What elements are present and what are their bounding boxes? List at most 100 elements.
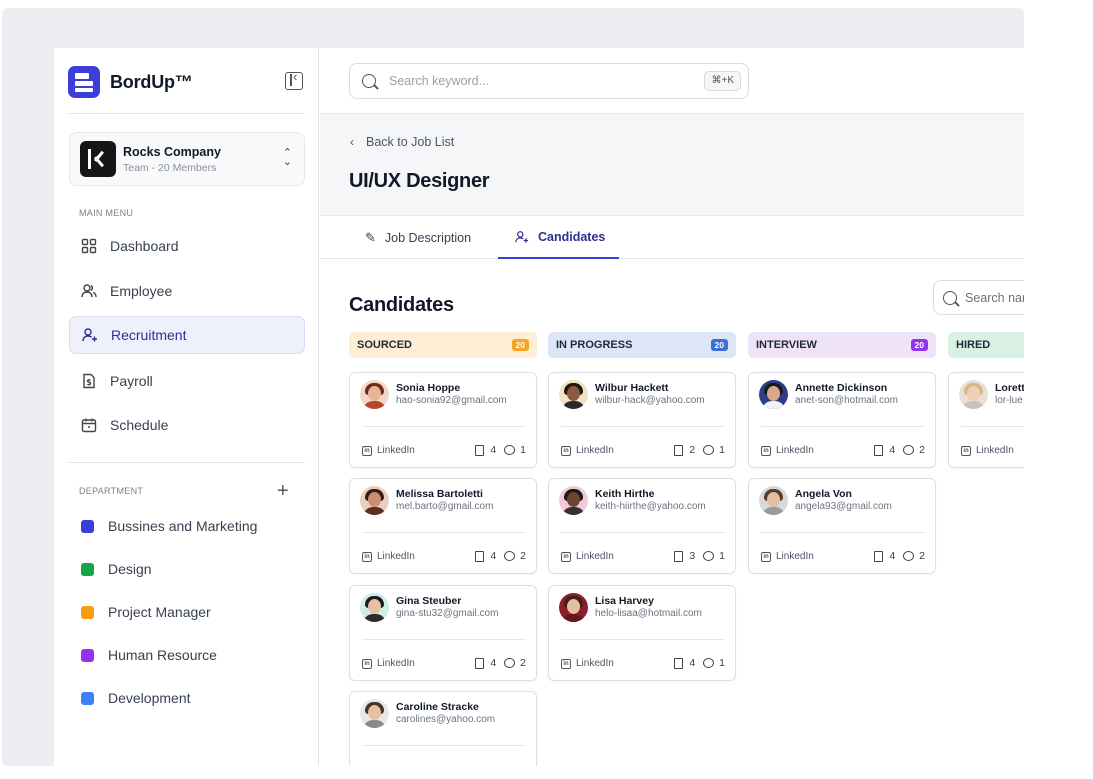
search-input[interactable]: Search keyword... ⌘+K bbox=[349, 63, 749, 99]
collapse-sidebar-icon[interactable] bbox=[285, 69, 303, 90]
department-color-dot bbox=[81, 562, 94, 576]
candidate-card[interactable]: Wilbur Hackett wilbur-hack@yahoo.com in L… bbox=[548, 372, 736, 468]
document-count: 4 bbox=[490, 550, 497, 562]
department-item[interactable]: Design bbox=[69, 554, 305, 584]
brand-name: BordUp™ bbox=[110, 71, 193, 92]
linkedin-source[interactable]: in LinkedIn bbox=[362, 658, 415, 669]
tab-label: Job Description bbox=[384, 230, 472, 245]
card-stats: 42 bbox=[874, 550, 925, 562]
department-item[interactable]: Development bbox=[69, 683, 305, 713]
document-icon bbox=[475, 444, 485, 456]
source-label: LinkedIn bbox=[976, 445, 1014, 456]
sidebar-item-schedule[interactable]: Schedule bbox=[69, 406, 305, 444]
add-department-icon[interactable]: + bbox=[277, 480, 289, 503]
avatar bbox=[559, 380, 588, 409]
grid-icon bbox=[81, 238, 97, 254]
pencil-icon: ✎ bbox=[365, 229, 376, 245]
comment-count: 2 bbox=[520, 657, 526, 669]
tab-job-description[interactable]: ✎ Job Description bbox=[365, 216, 471, 259]
avatar bbox=[360, 699, 389, 728]
comment-count: 2 bbox=[919, 444, 925, 456]
column-header-in-progress: IN PROGRESS 20 bbox=[548, 332, 736, 358]
column-header-hired: HIRED bbox=[948, 332, 1024, 358]
candidate-name: Annette Dickinson bbox=[795, 382, 888, 394]
department-label: DEPARTMENT bbox=[79, 486, 144, 496]
linkedin-icon: in bbox=[362, 658, 372, 669]
department-color-dot bbox=[81, 648, 94, 662]
sidebar-item-payroll[interactable]: Payroll bbox=[69, 362, 305, 400]
sidebar-item-dashboard[interactable]: Dashboard bbox=[69, 227, 305, 265]
company-switcher[interactable]: Rocks Company Team - 20 Members ⌃ ⌄ bbox=[69, 132, 305, 186]
candidate-card[interactable]: Caroline Stracke carolines@yahoo.com bbox=[349, 691, 537, 766]
linkedin-source[interactable]: in LinkedIn bbox=[362, 551, 415, 562]
candidate-card[interactable]: Gina Steuber gina-stu32@gmail.com in Link… bbox=[349, 585, 537, 681]
candidate-card[interactable]: Lisa Harvey helo-lisaa@hotmail.com in Lin… bbox=[548, 585, 736, 681]
department-label: Design bbox=[108, 561, 152, 577]
avatar bbox=[559, 593, 588, 622]
department-item[interactable]: Human Resource bbox=[69, 640, 305, 670]
column-title: SOURCED bbox=[357, 339, 413, 351]
linkedin-icon: in bbox=[561, 658, 571, 669]
linkedin-icon: in bbox=[761, 551, 771, 562]
candidate-search-input[interactable]: Search name bbox=[933, 280, 1024, 315]
candidate-card[interactable]: Loretta lor-lue in LinkedIn bbox=[948, 372, 1024, 468]
linkedin-icon: in bbox=[561, 551, 571, 562]
document-icon bbox=[674, 444, 684, 456]
app-window: BordUp™ Rocks Company Team - 20 Members … bbox=[54, 48, 1024, 766]
sidebar-item-label: Employee bbox=[110, 283, 173, 299]
brand[interactable]: BordUp™ bbox=[68, 66, 193, 98]
linkedin-source[interactable]: in LinkedIn bbox=[561, 445, 614, 456]
document-icon bbox=[874, 444, 884, 456]
candidate-email: keith-hiirthe@yahoo.com bbox=[595, 501, 706, 512]
comment-count: 1 bbox=[719, 444, 725, 456]
sidebar-item-employee[interactable]: Employee bbox=[69, 272, 305, 310]
column-title: IN PROGRESS bbox=[556, 339, 633, 351]
linkedin-icon: in bbox=[761, 445, 771, 456]
department-color-dot bbox=[81, 605, 94, 619]
linkedin-source[interactable]: in LinkedIn bbox=[761, 445, 814, 456]
sidebar-item-recruitment[interactable]: Recruitment bbox=[69, 316, 305, 354]
linkedin-source[interactable]: in LinkedIn bbox=[561, 658, 614, 669]
linkedin-source[interactable]: in LinkedIn bbox=[362, 445, 415, 456]
document-icon bbox=[674, 550, 684, 562]
page-title: UI/UX Designer bbox=[349, 170, 490, 192]
department-label: Project Manager bbox=[108, 604, 211, 620]
source-label: LinkedIn bbox=[776, 445, 814, 456]
document-count: 3 bbox=[689, 550, 696, 562]
candidate-card[interactable]: Keith Hirthe keith-hiirthe@yahoo.com in L… bbox=[548, 478, 736, 574]
chevron-left-icon: ‹ bbox=[350, 135, 354, 149]
candidate-card[interactable]: Sonia Hoppe hao-sonia92@gmail.com in Link… bbox=[349, 372, 537, 468]
candidate-email: gina-stu32@gmail.com bbox=[396, 608, 499, 619]
linkedin-source[interactable]: in LinkedIn bbox=[561, 551, 614, 562]
candidate-name: Sonia Hoppe bbox=[396, 382, 461, 394]
comment-icon bbox=[903, 445, 915, 455]
company-name: Rocks Company bbox=[123, 144, 221, 159]
candidate-name: Caroline Stracke bbox=[396, 701, 479, 713]
linkedin-source[interactable]: in LinkedIn bbox=[961, 445, 1014, 456]
candidate-card[interactable]: Melissa Bartoletti mel.barto@gmail.com i… bbox=[349, 478, 537, 574]
back-link[interactable]: ‹ Back to Job List bbox=[350, 135, 454, 149]
candidate-card[interactable]: Angela Von angela93@gmail.com in LinkedIn… bbox=[748, 478, 936, 574]
linkedin-source[interactable]: in LinkedIn bbox=[761, 551, 814, 562]
tab-candidates[interactable]: Candidates bbox=[498, 216, 619, 259]
document-icon bbox=[475, 657, 485, 669]
department-item[interactable]: Bussines and Marketing bbox=[69, 511, 305, 541]
linkedin-icon: in bbox=[561, 445, 571, 456]
count-badge: 20 bbox=[710, 339, 728, 351]
candidate-email: hao-sonia92@gmail.com bbox=[396, 395, 507, 406]
department-item[interactable]: Project Manager bbox=[69, 597, 305, 627]
card-stats: 21 bbox=[674, 444, 725, 456]
department-color-dot bbox=[81, 519, 94, 533]
card-stats: 41 bbox=[475, 444, 526, 456]
user-plus-icon bbox=[515, 230, 529, 243]
company-subtitle: Team - 20 Members bbox=[123, 161, 217, 174]
candidate-name: Melissa Bartoletti bbox=[396, 488, 483, 500]
candidate-card[interactable]: Annette Dickinson anet-son@hotmail.com i… bbox=[748, 372, 936, 468]
document-count: 4 bbox=[689, 657, 696, 669]
comment-icon bbox=[703, 551, 715, 561]
document-icon bbox=[874, 550, 884, 562]
candidate-name: Gina Steuber bbox=[396, 595, 462, 607]
file-dollar-icon bbox=[83, 373, 95, 389]
page-header: ‹ Back to Job List UI/UX Designer bbox=[320, 114, 1024, 216]
card-stats: 42 bbox=[874, 444, 925, 456]
